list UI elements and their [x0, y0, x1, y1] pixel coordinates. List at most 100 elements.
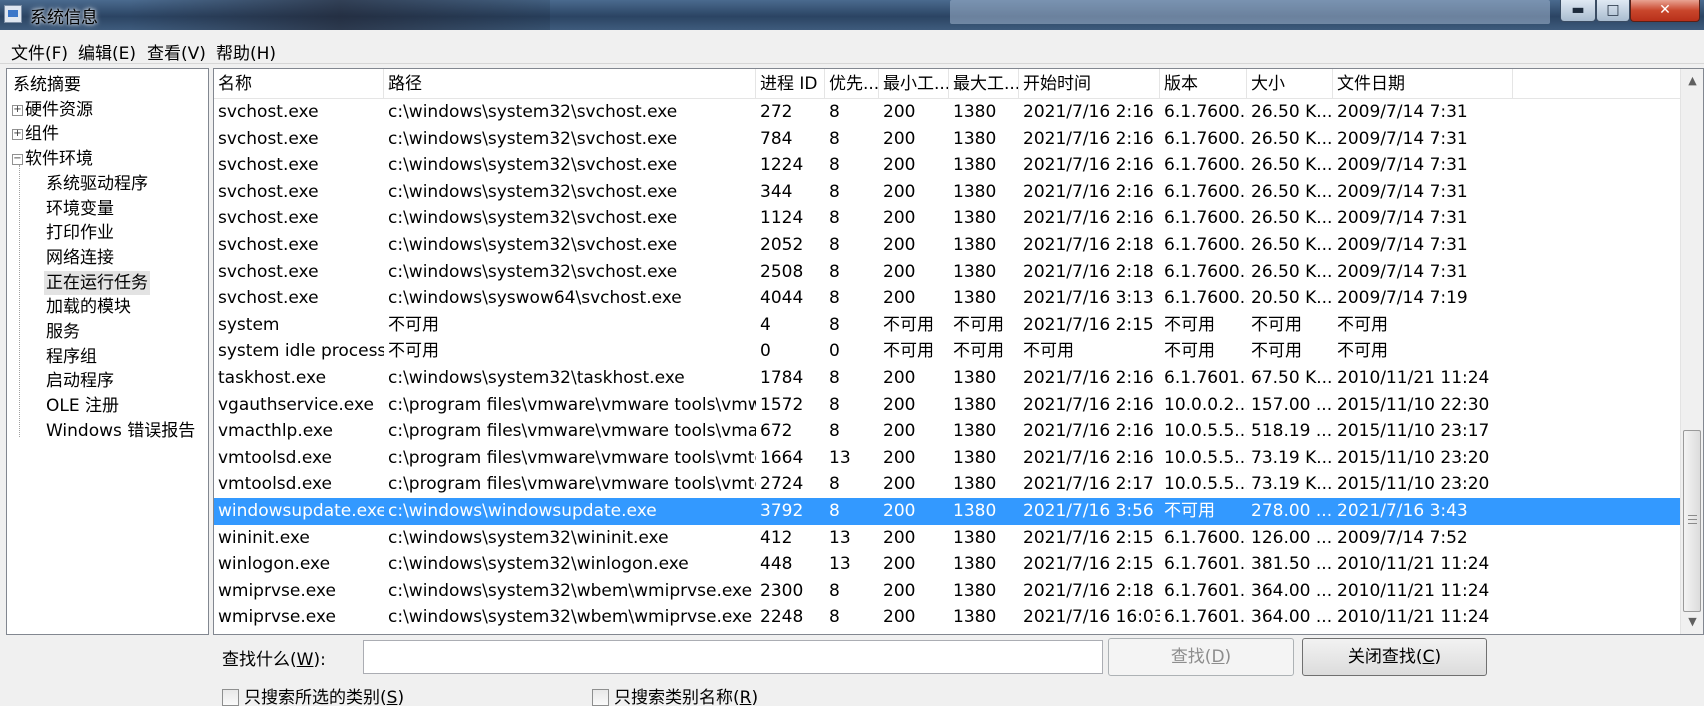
table-row[interactable]: svchost.exe c:\windows\system32\svchost.e…	[214, 152, 1684, 179]
vertical-scrollbar[interactable]: ▲ ▼	[1680, 69, 1703, 634]
table-cell: c:\windows\system32\wbem\wmiprvse.exe	[388, 580, 753, 601]
column-header[interactable]: 大小	[1247, 69, 1333, 99]
table-row[interactable]: svchost.exe c:\windows\system32\svchost.e…	[214, 232, 1684, 259]
tree-expander-icon[interactable]: −	[12, 154, 23, 166]
maximize-button[interactable]: □	[1596, 0, 1630, 22]
table-cell: svchost.exe	[218, 128, 319, 149]
tree-item[interactable]: 网络连接	[44, 246, 116, 271]
table-row[interactable]: svchost.exe c:\windows\system32\svchost.e…	[214, 259, 1684, 286]
table-row[interactable]: system idle process 不可用 0 0 不可用 不可用 不可用 不可用 不可用不…	[214, 338, 1684, 365]
table-row[interactable]: wininit.exe c:\windows\system32\wininit.e…	[214, 525, 1684, 552]
table-cell: 26.50 K...	[1251, 208, 1333, 229]
table-cell: 2015/11/10 23:20	[1337, 474, 1490, 495]
column-header[interactable]: 路径	[384, 69, 756, 99]
table-cell: 不可用	[1337, 341, 1388, 362]
table-row[interactable]: svchost.exe c:\windows\syswow64\svchost.e…	[214, 285, 1684, 312]
menu-help[interactable]: 帮助(H)	[216, 39, 276, 64]
window-title: 系统信息	[30, 8, 98, 28]
table-cell: 2021/7/16 2:15	[1023, 554, 1154, 575]
table-row[interactable]: svchost.exe c:\windows\system32\svchost.e…	[214, 99, 1684, 126]
system-info-app-icon	[4, 5, 22, 23]
column-header[interactable]: 开始时间	[1019, 69, 1160, 99]
only-search-selected-category-option[interactable]: 只搜索所选的类别(S)	[222, 683, 404, 706]
table-cell: 2010/11/21 11:24	[1337, 580, 1490, 601]
close-find-suffix: )	[1434, 647, 1442, 667]
only-names-checkbox[interactable]	[592, 689, 609, 706]
column-header[interactable]: 版本	[1160, 69, 1247, 99]
table-cell: 200	[883, 181, 916, 202]
table-cell: 8	[829, 421, 840, 442]
table-row[interactable]: svchost.exe c:\windows\system32\svchost.e…	[214, 126, 1684, 153]
table-cell: 200	[883, 447, 916, 468]
tree-item[interactable]: Windows 错误报告	[44, 419, 197, 444]
tree-item[interactable]: 程序组	[44, 345, 99, 370]
tree-item[interactable]: 加载的模块	[44, 295, 133, 320]
close-window-button[interactable]: ✕	[1630, 0, 1700, 22]
tree-item[interactable]: 正在运行任务	[44, 270, 150, 296]
tree-item[interactable]: 组件	[23, 122, 61, 147]
tree-expander-icon[interactable]: +	[12, 104, 23, 116]
table-row[interactable]: system 不可用 4 8 不可用 不可用 2021/7/16 2:15 不可用 不可用 不可用	[214, 312, 1684, 339]
find-button[interactable]: 查找(D)	[1108, 638, 1294, 676]
scroll-down-arrow-icon[interactable]: ▼	[1681, 612, 1703, 632]
tree-item[interactable]: 环境变量	[44, 197, 116, 222]
table-row[interactable]: winlogon.exe c:\windows\system32\winlogon…	[214, 551, 1684, 578]
table-cell: 8	[829, 368, 840, 388]
table-row[interactable]: wmiprvse.exe c:\windows\system32\wbem\wmi…	[214, 578, 1684, 605]
process-list[interactable]: 名称 路径 进程 ID 优先... 最小工... 最大工... 开始时间 版本 大小 文件日期 s…	[213, 68, 1704, 635]
table-row[interactable]: taskhost.exe c:\windows\system32\taskhost…	[214, 365, 1684, 392]
tree-item[interactable]: 软件环境	[23, 147, 95, 172]
column-header[interactable]: 文件日期	[1333, 69, 1513, 99]
tree-item[interactable]: 硬件资源	[23, 98, 95, 123]
table-cell: winlogon.exe	[218, 554, 331, 575]
table-row[interactable]: svchost.exe c:\windows\system32\svchost.e…	[214, 179, 1684, 206]
column-header[interactable]: 进程 ID	[756, 69, 825, 99]
column-header[interactable]: 名称	[214, 69, 384, 99]
table-cell: 2724	[760, 474, 804, 495]
table-row[interactable]: svchost.exe c:\windows\system32\svchost.e…	[214, 205, 1684, 232]
menu-view[interactable]: 查看(V)	[147, 39, 206, 64]
menu-edit[interactable]: 编辑(E)	[78, 39, 136, 64]
table-cell: 1664	[760, 447, 804, 468]
table-cell: 364.00 ...	[1251, 607, 1333, 628]
find-button-text: 查找(	[1170, 647, 1212, 667]
table-cell: 200	[883, 607, 916, 628]
table-row[interactable]: vgauthservice.exe c:\program files\vmware…	[214, 392, 1684, 419]
table-cell: 364.00 ...	[1251, 580, 1333, 601]
column-header[interactable]: 最小工...	[879, 69, 949, 99]
scrollbar-thumb[interactable]	[1683, 430, 1701, 612]
minimize-button[interactable]: ▬	[1560, 0, 1596, 22]
table-row[interactable]: vmtoolsd.exe c:\program files\vmware\vmwa…	[214, 445, 1684, 472]
table-cell: 不可用	[883, 341, 934, 362]
table-cell: 8	[829, 501, 840, 521]
table-row[interactable]: vmacthlp.exe c:\program files\vmware\vmwa…	[214, 418, 1684, 445]
find-what-label: 查找什么(W):	[222, 645, 326, 670]
only-search-category-names-option[interactable]: 只搜索类别名称(R)	[592, 683, 758, 706]
table-cell: vmtoolsd.exe	[218, 447, 333, 468]
find-what-input[interactable]	[363, 640, 1103, 674]
table-row[interactable]: windowsupdate.exe c:\windows\windowsupdat…	[214, 498, 1684, 525]
tree-item[interactable]: 打印作业	[44, 221, 116, 246]
tree-item[interactable]: 服务	[44, 320, 82, 345]
column-header[interactable]: 最大工...	[949, 69, 1019, 99]
column-header[interactable]: 优先...	[825, 69, 879, 99]
tree-item[interactable]: OLE 注册	[44, 394, 121, 419]
table-cell: 1380	[953, 102, 997, 122]
table-row[interactable]: vmtoolsd.exe c:\program files\vmware\vmwa…	[214, 471, 1684, 498]
scroll-up-arrow-icon[interactable]: ▲	[1681, 71, 1703, 91]
table-cell: 2009/7/14 7:31	[1337, 128, 1468, 149]
menu-file[interactable]: 文件(F)	[11, 39, 68, 64]
table-cell: 6.1.7601...	[1164, 554, 1247, 575]
table-cell: 157.00 ...	[1251, 394, 1333, 415]
tree-item[interactable]: 启动程序	[44, 369, 116, 394]
tree-item[interactable]: 系统摘要	[11, 73, 83, 98]
category-tree[interactable]: 系统摘要 + 硬件资源 + 组件 − 软件环境 系统驱动程序 环境变量 打印作业 网络连接 正在运行任…	[6, 68, 209, 635]
only-selected-checkbox[interactable]	[222, 689, 239, 706]
tree-expander-icon[interactable]: +	[12, 129, 23, 141]
close-find-button[interactable]: 关闭查找(C)	[1302, 638, 1487, 676]
table-cell: 8	[829, 474, 840, 495]
table-cell: 6.1.7600...	[1164, 155, 1247, 176]
table-cell: windowsupdate.exe	[218, 501, 384, 521]
table-row[interactable]: wmiprvse.exe c:\windows\system32\wbem\wmi…	[214, 604, 1684, 631]
tree-item[interactable]: 系统驱动程序	[44, 172, 150, 197]
